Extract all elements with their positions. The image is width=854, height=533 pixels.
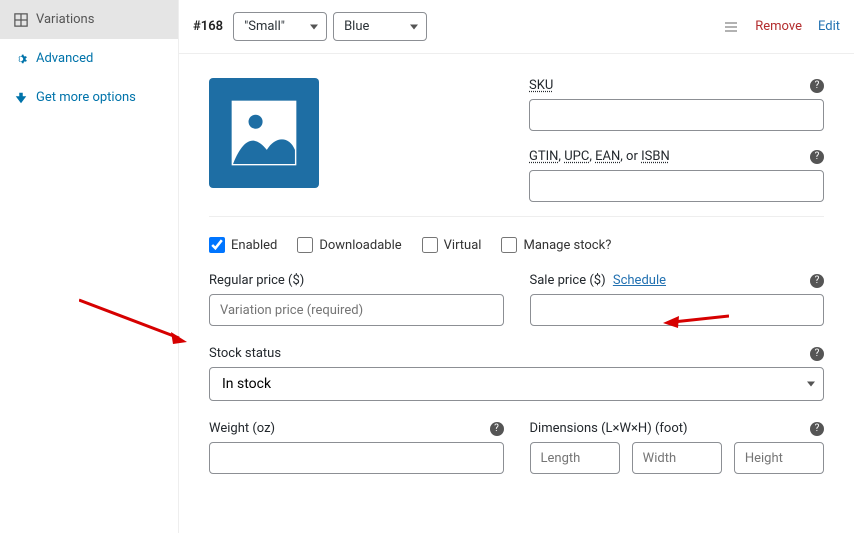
variation-image-upload[interactable] xyxy=(209,78,319,188)
manage-stock-label: Manage stock? xyxy=(523,238,611,253)
product-data-sidebar: Variations Advanced Get more options xyxy=(0,0,178,533)
sale-price-label-row: Sale price ($) Schedule ? xyxy=(530,273,825,288)
stock-status-select-wrap: In stock xyxy=(209,367,824,401)
sku-input[interactable] xyxy=(529,99,824,131)
help-icon[interactable]: ? xyxy=(810,347,824,361)
gear-icon xyxy=(14,52,28,66)
gtin-field-group: GTIN, UPC, EAN, or ISBN ? xyxy=(529,149,824,202)
help-icon[interactable]: ? xyxy=(810,422,824,436)
enabled-label: Enabled xyxy=(231,238,277,253)
virtual-checkbox[interactable] xyxy=(422,237,438,253)
edit-link[interactable]: Edit xyxy=(818,19,840,34)
regular-price-label: Regular price ($) xyxy=(209,273,304,288)
regular-price-field: Regular price ($) xyxy=(209,273,504,326)
sidebar-item-label: Advanced xyxy=(36,51,93,66)
length-input[interactable] xyxy=(530,442,620,474)
dimensions-label: Dimensions (L×W×H) (foot) xyxy=(530,421,688,436)
virtual-checkbox-wrap[interactable]: Virtual xyxy=(422,237,482,253)
variation-header: #168 "Small" Blue Remove Edit xyxy=(179,0,854,54)
variation-header-actions: Remove Edit xyxy=(723,19,840,34)
help-icon[interactable]: ? xyxy=(490,422,504,436)
annotation-arrow-right xyxy=(659,308,729,332)
sale-price-label: Sale price ($) xyxy=(530,273,606,288)
variation-body: SKU ? GTIN, UPC, EAN, or ISBN ? xyxy=(179,54,854,494)
stock-status-label-row: Stock status ? xyxy=(209,346,824,361)
width-input[interactable] xyxy=(632,442,722,474)
weight-field: Weight (oz) ? xyxy=(209,421,504,474)
weight-label: Weight (oz) xyxy=(209,421,275,436)
sidebar-item-label: Get more options xyxy=(36,90,136,105)
sidebar-item-variations[interactable]: Variations xyxy=(0,0,178,39)
top-row: SKU ? GTIN, UPC, EAN, or ISBN ? xyxy=(209,78,824,202)
top-fields: SKU ? GTIN, UPC, EAN, or ISBN ? xyxy=(369,78,824,202)
gtin-label-row: GTIN, UPC, EAN, or ISBN ? xyxy=(529,149,824,164)
variation-panel: #168 "Small" Blue Remove Edit xyxy=(178,0,854,533)
schedule-link[interactable]: Schedule xyxy=(613,273,666,288)
regular-price-label-row: Regular price ($) xyxy=(209,273,504,288)
sku-label-row: SKU ? xyxy=(529,78,824,93)
weight-input[interactable] xyxy=(209,442,504,474)
extensions-icon xyxy=(14,91,28,105)
manage-stock-checkbox[interactable] xyxy=(501,237,517,253)
image-placeholder-icon xyxy=(219,88,309,178)
stock-status-select[interactable]: In stock xyxy=(209,367,824,401)
attribute2-select-wrap: Blue xyxy=(333,12,427,41)
weight-label-row: Weight (oz) ? xyxy=(209,421,504,436)
dimensions-label-row: Dimensions (L×W×H) (foot) ? xyxy=(530,421,825,436)
help-icon[interactable]: ? xyxy=(810,150,824,164)
attribute2-select[interactable]: Blue xyxy=(333,12,427,41)
stock-status-field: Stock status ? In stock xyxy=(209,346,824,401)
gtin-label: GTIN, UPC, EAN, or ISBN xyxy=(529,149,670,164)
divider xyxy=(209,216,824,217)
stock-status-label: Stock status xyxy=(209,346,281,361)
variation-id: #168 xyxy=(193,19,223,34)
height-input[interactable] xyxy=(734,442,824,474)
downloadable-label: Downloadable xyxy=(319,238,401,253)
enabled-checkbox[interactable] xyxy=(209,237,225,253)
sku-label: SKU xyxy=(529,78,553,93)
sidebar-item-advanced[interactable]: Advanced xyxy=(0,39,178,78)
annotation-arrow-left xyxy=(79,290,199,350)
form-grid: Regular price ($) Sale price ($) Schedul… xyxy=(209,273,824,474)
sidebar-item-label: Variations xyxy=(36,12,94,27)
gtin-input[interactable] xyxy=(529,170,824,202)
downloadable-checkbox[interactable] xyxy=(297,237,313,253)
dimensions-inputs xyxy=(530,442,825,474)
attribute1-select[interactable]: "Small" xyxy=(233,12,327,41)
enabled-checkbox-wrap[interactable]: Enabled xyxy=(209,237,277,253)
help-icon[interactable]: ? xyxy=(810,274,824,288)
manage-stock-checkbox-wrap[interactable]: Manage stock? xyxy=(501,237,611,253)
help-icon[interactable]: ? xyxy=(810,79,824,93)
downloadable-checkbox-wrap[interactable]: Downloadable xyxy=(297,237,401,253)
variations-icon xyxy=(14,13,28,27)
menu-icon[interactable] xyxy=(723,20,739,34)
remove-link[interactable]: Remove xyxy=(755,19,802,34)
sale-price-label-group: Sale price ($) Schedule xyxy=(530,273,667,288)
regular-price-input[interactable] xyxy=(209,294,504,326)
checkbox-row: Enabled Downloadable Virtual Manage stoc… xyxy=(209,233,824,265)
sidebar-item-more-options[interactable]: Get more options xyxy=(0,78,178,117)
virtual-label: Virtual xyxy=(444,238,482,253)
dimensions-field: Dimensions (L×W×H) (foot) ? xyxy=(530,421,825,474)
sku-field-group: SKU ? xyxy=(529,78,824,131)
attribute1-select-wrap: "Small" xyxy=(233,12,327,41)
